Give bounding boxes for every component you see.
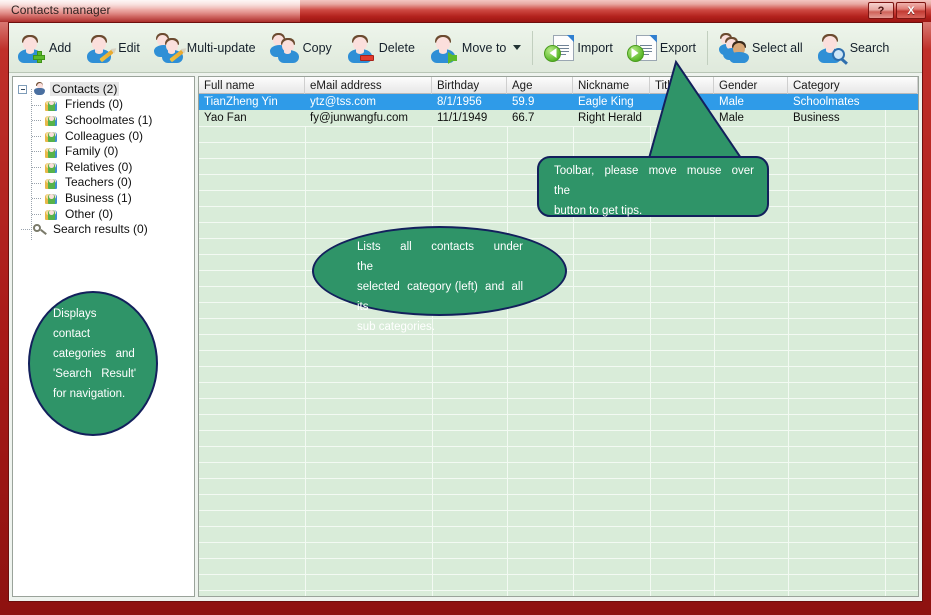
delete-button[interactable]: Delete [339, 25, 422, 71]
column-header-birthday[interactable]: Birthday [432, 77, 507, 94]
table-row[interactable]: TianZheng Yin ytz@tss.com 8/1/1956 59.9 … [199, 94, 918, 110]
copy-button-label: Copy [302, 40, 332, 55]
sidebar-item-relatives[interactable]: Relatives (0) [13, 159, 194, 175]
contacts-list-panel[interactable]: Full name eMail address Birthday Age Nic… [198, 76, 919, 597]
help-button[interactable]: ? [868, 2, 894, 19]
application-window: Contacts manager ? X Add Edit Multi-upda… [0, 0, 931, 615]
cell-category: Schoolmates [793, 96, 860, 108]
move-to-button-label: Move to [461, 40, 507, 55]
close-button[interactable]: X [896, 2, 926, 19]
search-button-label: Search [849, 40, 890, 55]
sidebar-item-label: Colleagues (0) [65, 128, 144, 143]
group-icon [45, 145, 59, 158]
cell-email: ytz@tss.com [310, 96, 376, 108]
column-header-category[interactable]: Category [788, 77, 918, 94]
category-tree: Contacts (2) Friends (0) Schoolmates (1)… [13, 77, 194, 241]
cell-birthday: 8/1/1956 [437, 96, 482, 108]
sidebar-item-label: Contacts (2) [50, 81, 120, 96]
group-icon [45, 176, 59, 189]
add-button-label: Add [49, 40, 72, 55]
people-copy-icon [269, 32, 300, 63]
sidebar-item-other[interactable]: Other (0) [13, 206, 194, 222]
table-row[interactable]: Yao Fan fy@junwangfu.com 11/1/1949 66.7 … [199, 110, 918, 126]
group-icon [45, 191, 59, 205]
person-delete-icon [346, 33, 376, 63]
person-add-icon [16, 33, 46, 63]
select-all-button-label: Select all [751, 40, 803, 55]
import-button[interactable]: Import [537, 25, 619, 71]
people-edit-icon [153, 32, 184, 63]
window-title: Contacts manager [11, 3, 111, 17]
cell-full-name: Yao Fan [204, 112, 247, 124]
group-icon [45, 160, 59, 174]
sidebar-item-schoolmates[interactable]: Schoolmates (1) [13, 112, 194, 128]
sidebar-item-family[interactable]: Family (0) [13, 143, 194, 159]
cell-nickname: Eagle King [578, 96, 634, 108]
person-icon [33, 82, 46, 96]
search-button[interactable]: Search [810, 25, 897, 71]
column-header-nickname[interactable]: Nickname [573, 77, 650, 94]
cell-birthday: 11/1/1949 [437, 112, 488, 124]
export-button-label: Export [659, 40, 696, 55]
sidebar-item-teachers[interactable]: Teachers (0) [13, 175, 194, 191]
sidebar-item-search-results[interactable]: Search results (0) [13, 221, 194, 237]
sidebar-item-label: Other (0) [65, 206, 114, 221]
group-icon [45, 113, 59, 127]
import-button-label: Import [577, 40, 613, 55]
toolbar-separator [532, 30, 534, 65]
cell-age: 59.9 [512, 96, 535, 108]
column-header-full-name[interactable]: Full name [199, 77, 305, 94]
delete-button-label: Delete [378, 40, 415, 55]
table-header-row: Full name eMail address Birthday Age Nic… [199, 77, 918, 94]
sidebar-item-label: Family (0) [65, 144, 119, 159]
move-to-button[interactable]: Move to [422, 25, 528, 71]
export-document-icon [626, 33, 657, 63]
edit-button[interactable]: Edit [78, 25, 147, 71]
sidebar-item-label: Friends (0) [65, 97, 124, 112]
title-bar[interactable]: Contacts manager ? X [0, 0, 931, 22]
cell-age: 66.7 [512, 112, 535, 124]
sidebar-item-colleagues[interactable]: Colleagues (0) [13, 128, 194, 144]
sidebar-item-friends[interactable]: Friends (0) [13, 97, 194, 113]
grid-vline [885, 94, 886, 596]
sidebar-item-label: Relatives (0) [65, 159, 133, 174]
sidebar-item-label: Teachers (0) [65, 175, 132, 190]
key-icon [33, 223, 47, 236]
person-move-icon [429, 33, 459, 64]
cell-full-name: TianZheng Yin [204, 96, 278, 108]
column-header-age[interactable]: Age [507, 77, 573, 94]
multi-update-button[interactable]: Multi-update [147, 25, 263, 71]
cell-email: fy@junwangfu.com [310, 112, 408, 124]
group-icon [45, 129, 59, 143]
person-search-icon [817, 33, 847, 63]
group-icon [45, 207, 59, 221]
copy-button[interactable]: Copy [263, 25, 339, 71]
sidebar-callout-text: Displays contact categories and 'Search … [53, 308, 137, 400]
sidebar-item-business[interactable]: Business (1) [13, 190, 194, 206]
group-icon [45, 98, 59, 111]
edit-button-label: Edit [118, 40, 140, 55]
select-all-people-icon [718, 32, 749, 63]
toolbar-callout-tail [646, 59, 747, 166]
sidebar-item-contacts[interactable]: Contacts (2) [13, 81, 194, 97]
toolbar-callout-text: Toolbar, please move mouse over the butt… [554, 165, 754, 217]
cell-nickname: Right Herald [578, 112, 642, 124]
table-body: TianZheng Yin ytz@tss.com 8/1/1956 59.9 … [199, 94, 918, 596]
chevron-down-icon[interactable] [513, 45, 522, 50]
sidebar-item-label: Business (1) [65, 190, 132, 205]
column-header-email[interactable]: eMail address [305, 77, 432, 94]
multi-update-button-label: Multi-update [186, 40, 256, 55]
sidebar-item-label: Search results (0) [53, 222, 148, 237]
sidebar-item-label: Schoolmates (1) [65, 112, 153, 127]
window-controls: ? X [868, 2, 926, 20]
add-button[interactable]: Add [9, 25, 78, 71]
person-edit-icon [85, 33, 115, 63]
tree-expander-icon[interactable] [18, 84, 27, 94]
cell-category: Business [793, 112, 840, 124]
list-callout-text: Lists all contacts under the selected ca… [357, 241, 523, 333]
import-document-icon [544, 33, 575, 63]
